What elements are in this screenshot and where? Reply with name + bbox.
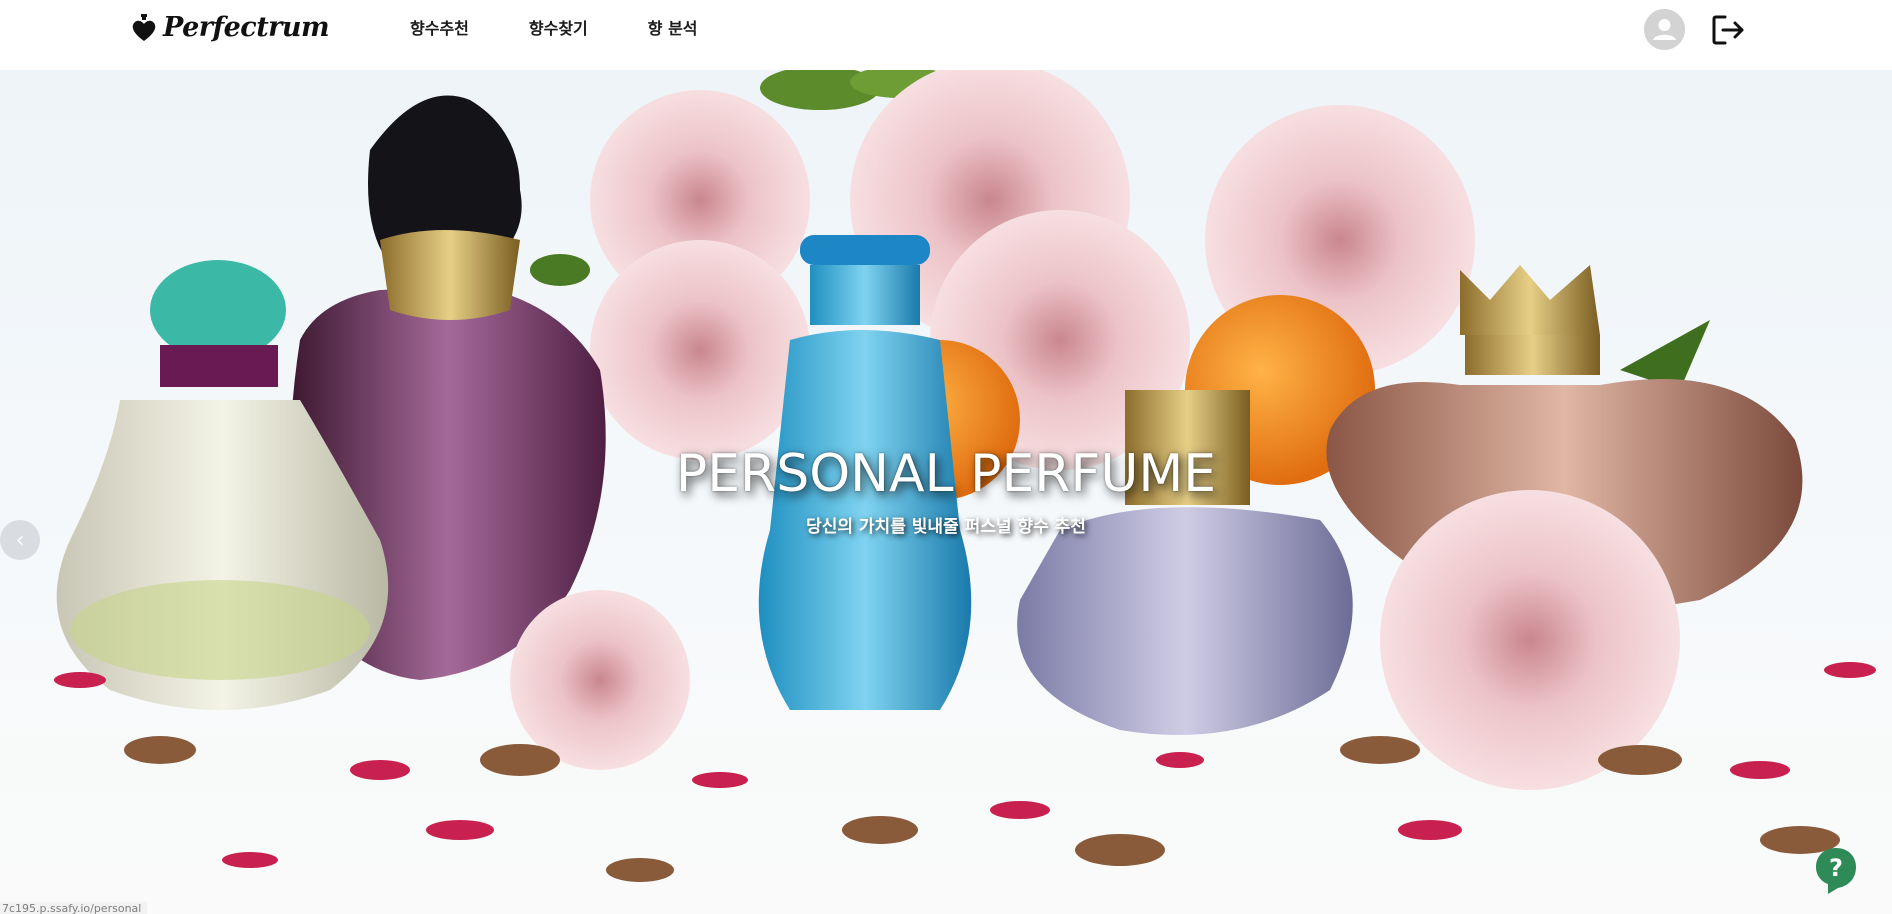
chevron-left-icon: ‹ <box>15 527 25 553</box>
brand-logo-link[interactable]: Perfectrum <box>130 12 330 43</box>
nav-item-analysis[interactable]: 향 분석 <box>648 18 698 40</box>
help-question-icon[interactable]: ? <box>1814 846 1858 896</box>
perfume-heart-logo-icon <box>132 13 156 41</box>
logout-icon[interactable] <box>1712 14 1746 46</box>
hero-banner: PERSONAL PERFUME 당신의 가치를 빛내줄 퍼스널 향수 추천 ‹… <box>0 70 1892 914</box>
user-avatar-button[interactable] <box>1644 9 1685 50</box>
main-nav: 향수추천 향수찾기 향 분석 <box>410 18 758 40</box>
nav-item-search[interactable]: 향수찾기 <box>529 18 588 40</box>
status-url: 7c195.p.ssafy.io/personal <box>0 902 148 914</box>
brand-name: Perfectrum <box>163 12 330 43</box>
svg-text:?: ? <box>1829 854 1843 882</box>
nav-item-recommend[interactable]: 향수추천 <box>410 18 469 40</box>
top-navigation-bar: Perfectrum 향수추천 향수찾기 향 분석 <box>0 0 1892 70</box>
hero-subtitle: 당신의 가치를 빛내줄 퍼스널 향수 추천 <box>806 517 1086 537</box>
hero-title: PERSONAL PERFUME <box>675 444 1217 504</box>
carousel-prev-button[interactable]: ‹ <box>0 520 40 560</box>
user-avatar-icon <box>1644 9 1685 50</box>
